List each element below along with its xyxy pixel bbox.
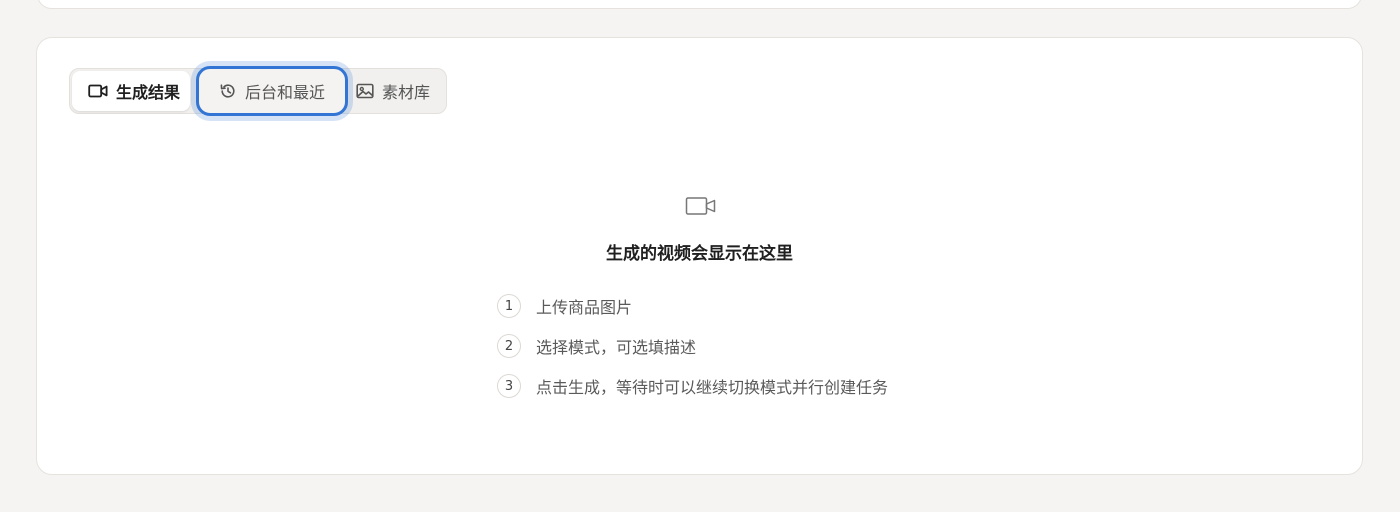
- tab-generated-results[interactable]: 生成结果: [72, 71, 191, 111]
- tab-bar: 生成结果 后台和最近 素材库: [69, 66, 448, 116]
- instruction-step: 1 上传商品图片: [497, 286, 888, 326]
- step-number-badge: 2: [497, 334, 521, 358]
- previous-panel-card: [37, 0, 1362, 9]
- image-icon: [356, 83, 374, 99]
- step-text: 上传商品图片: [536, 298, 633, 317]
- history-icon: [219, 82, 237, 100]
- tab-background-and-recent[interactable]: 后台和最近: [196, 66, 349, 116]
- step-number-badge: 1: [497, 294, 521, 318]
- instruction-steps: 1 上传商品图片 2 选择模式，可选填描述 3 点击生成，等待时可以继续切换模式…: [497, 286, 888, 406]
- tab-material-library-label: 素材库: [382, 83, 431, 102]
- tab-background-and-recent-label: 后台和最近: [245, 83, 326, 102]
- instruction-step: 2 选择模式，可选填描述: [497, 326, 888, 366]
- video-camera-icon: [88, 83, 108, 99]
- step-text: 选择模式，可选填描述: [536, 338, 697, 357]
- step-text: 点击生成，等待时可以继续切换模式并行创建任务: [536, 378, 889, 397]
- video-camera-icon: [685, 195, 717, 219]
- tab-material-library[interactable]: 素材库: [352, 71, 444, 111]
- step-number-badge: 3: [497, 374, 521, 398]
- empty-state-title: 生成的视频会显示在这里: [606, 244, 793, 264]
- tab-generated-results-label: 生成结果: [116, 83, 181, 102]
- results-panel: 生成结果 后台和最近 素材库 生成的视频会显示在这里 1 上传商品图片 2 选择…: [36, 37, 1363, 475]
- instruction-step: 3 点击生成，等待时可以继续切换模式并行创建任务: [497, 366, 888, 406]
